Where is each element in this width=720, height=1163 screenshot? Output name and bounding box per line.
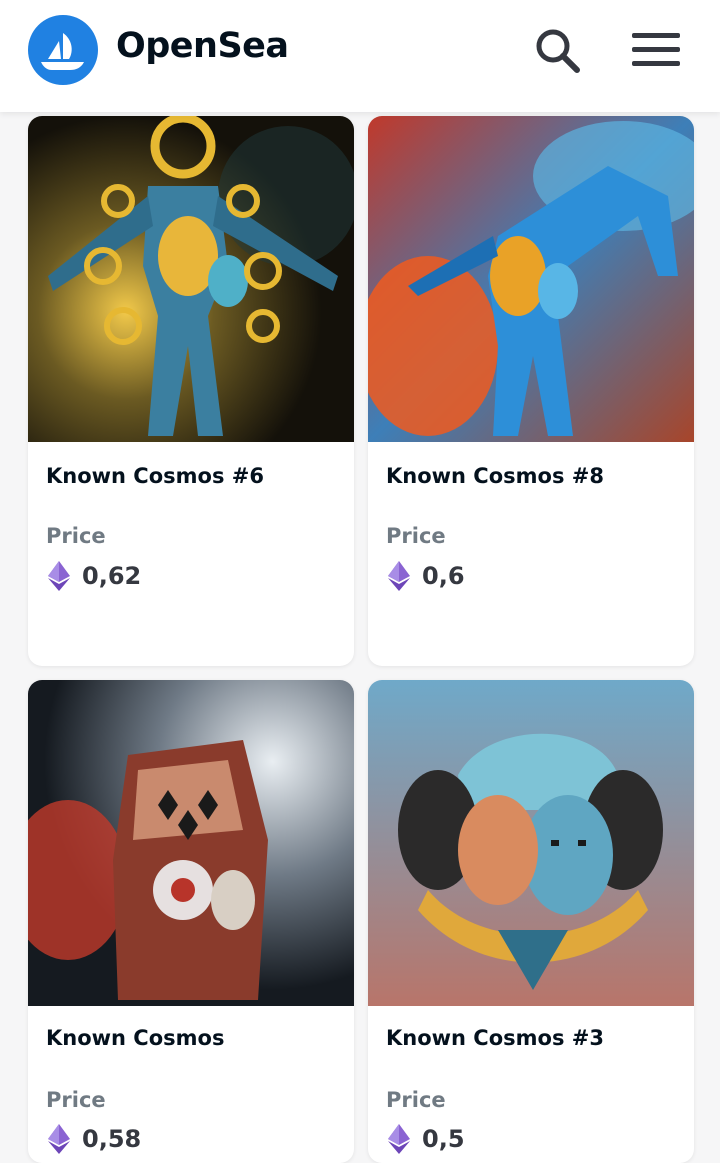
nft-card[interactable]: Known Cosmos #3 Price 0,5 — [368, 680, 694, 1163]
nft-title[interactable]: Known Cosmos #3 — [386, 1026, 604, 1050]
price-row: 0,58 — [46, 1123, 141, 1155]
price-label: Price — [46, 524, 106, 548]
opensea-logo-icon[interactable] — [28, 15, 98, 85]
price-row: 0,62 — [46, 560, 141, 592]
top-navbar: OpenSea — [0, 0, 720, 112]
nft-title[interactable]: Known Cosmos — [46, 1026, 224, 1050]
price-value: 0,5 — [422, 1125, 465, 1153]
price-label: Price — [46, 1088, 106, 1112]
nft-artwork-image[interactable] — [28, 680, 354, 1006]
price-label: Price — [386, 524, 446, 548]
search-icon[interactable] — [531, 24, 583, 76]
price-label: Price — [386, 1088, 446, 1112]
price-value: 0,62 — [82, 562, 142, 590]
nft-card[interactable]: Known Cosmos Price 0,58 — [28, 680, 354, 1163]
ethereum-icon — [48, 561, 70, 591]
ethereum-icon — [48, 1124, 70, 1154]
ethereum-icon — [388, 1124, 410, 1154]
hamburger-menu-icon[interactable] — [630, 30, 682, 70]
price-value: 0,6 — [422, 562, 465, 590]
ethereum-icon — [388, 561, 410, 591]
nft-artwork-image[interactable] — [28, 116, 354, 442]
nft-card[interactable]: Known Cosmos #6 Price 0,62 — [28, 116, 354, 666]
price-value: 0,58 — [82, 1125, 142, 1153]
nft-title[interactable]: Known Cosmos #8 — [386, 464, 604, 488]
price-row: 0,5 — [386, 1123, 465, 1155]
price-row: 0,6 — [386, 560, 465, 592]
nft-card[interactable]: Known Cosmos #8 Price 0,6 — [368, 116, 694, 666]
nft-artwork-image[interactable] — [368, 116, 694, 442]
brand-name[interactable]: OpenSea — [116, 26, 289, 66]
nft-title[interactable]: Known Cosmos #6 — [46, 464, 264, 488]
nft-artwork-image[interactable] — [368, 680, 694, 1006]
